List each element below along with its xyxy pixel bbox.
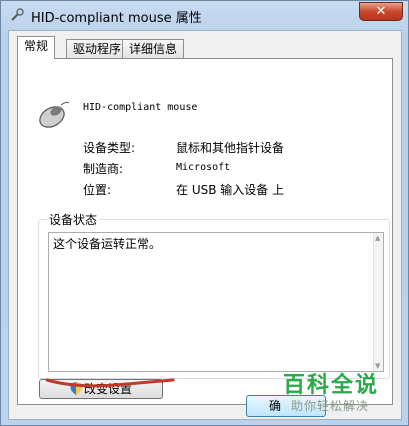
close-button[interactable]: ✕ [359,2,403,21]
title-bar[interactable]: HID-compliant mouse 属性 ✕ [1,1,408,29]
watermark-logo: 百科全说 [283,373,380,398]
device-status-textbox[interactable]: 这个设备运转正常。 ▲ ▼ [48,232,384,372]
general-tab-panel: HID-compliant mouse 设备类型: 鼠标和其他指针设备 制造商:… [17,58,393,405]
device-status-title: 设备状态 [47,211,100,228]
scroll-up-icon[interactable]: ▲ [375,234,380,242]
properties-window: HID-compliant mouse 属性 ✕ 常规 驱动程序 详细信息 HI… [0,0,409,426]
location-value: 在 USB 输入设备 上 [176,183,285,197]
manufacturer-label: 制造商: [83,162,124,176]
tab-driver[interactable]: 驱动程序 [66,39,129,58]
status-scrollbar[interactable]: ▲ ▼ [373,233,383,371]
device-type-label: 设备类型: [83,141,136,155]
red-annotation-underline [45,378,175,388]
device-properties-icon [11,8,24,21]
watermark: 百科全说 助你轻松解决 [283,367,403,423]
device-name: HID-compliant mouse [83,102,198,113]
location-label: 位置: [83,183,112,197]
window-title: HID-compliant mouse 属性 [31,11,202,26]
watermark-subtitle: 助你轻松解决 [291,399,370,413]
device-status-text: 这个设备运转正常。 [53,237,162,251]
dialog-client-area: 常规 驱动程序 详细信息 HID-compliant mouse 设备类型: 鼠… [8,30,402,420]
tab-general[interactable]: 常规 [17,36,56,59]
device-type-value: 鼠标和其他指针设备 [176,141,285,155]
tab-details[interactable]: 详细信息 [122,39,185,58]
mouse-icon [39,101,70,128]
manufacturer-value: Microsoft [176,162,231,173]
